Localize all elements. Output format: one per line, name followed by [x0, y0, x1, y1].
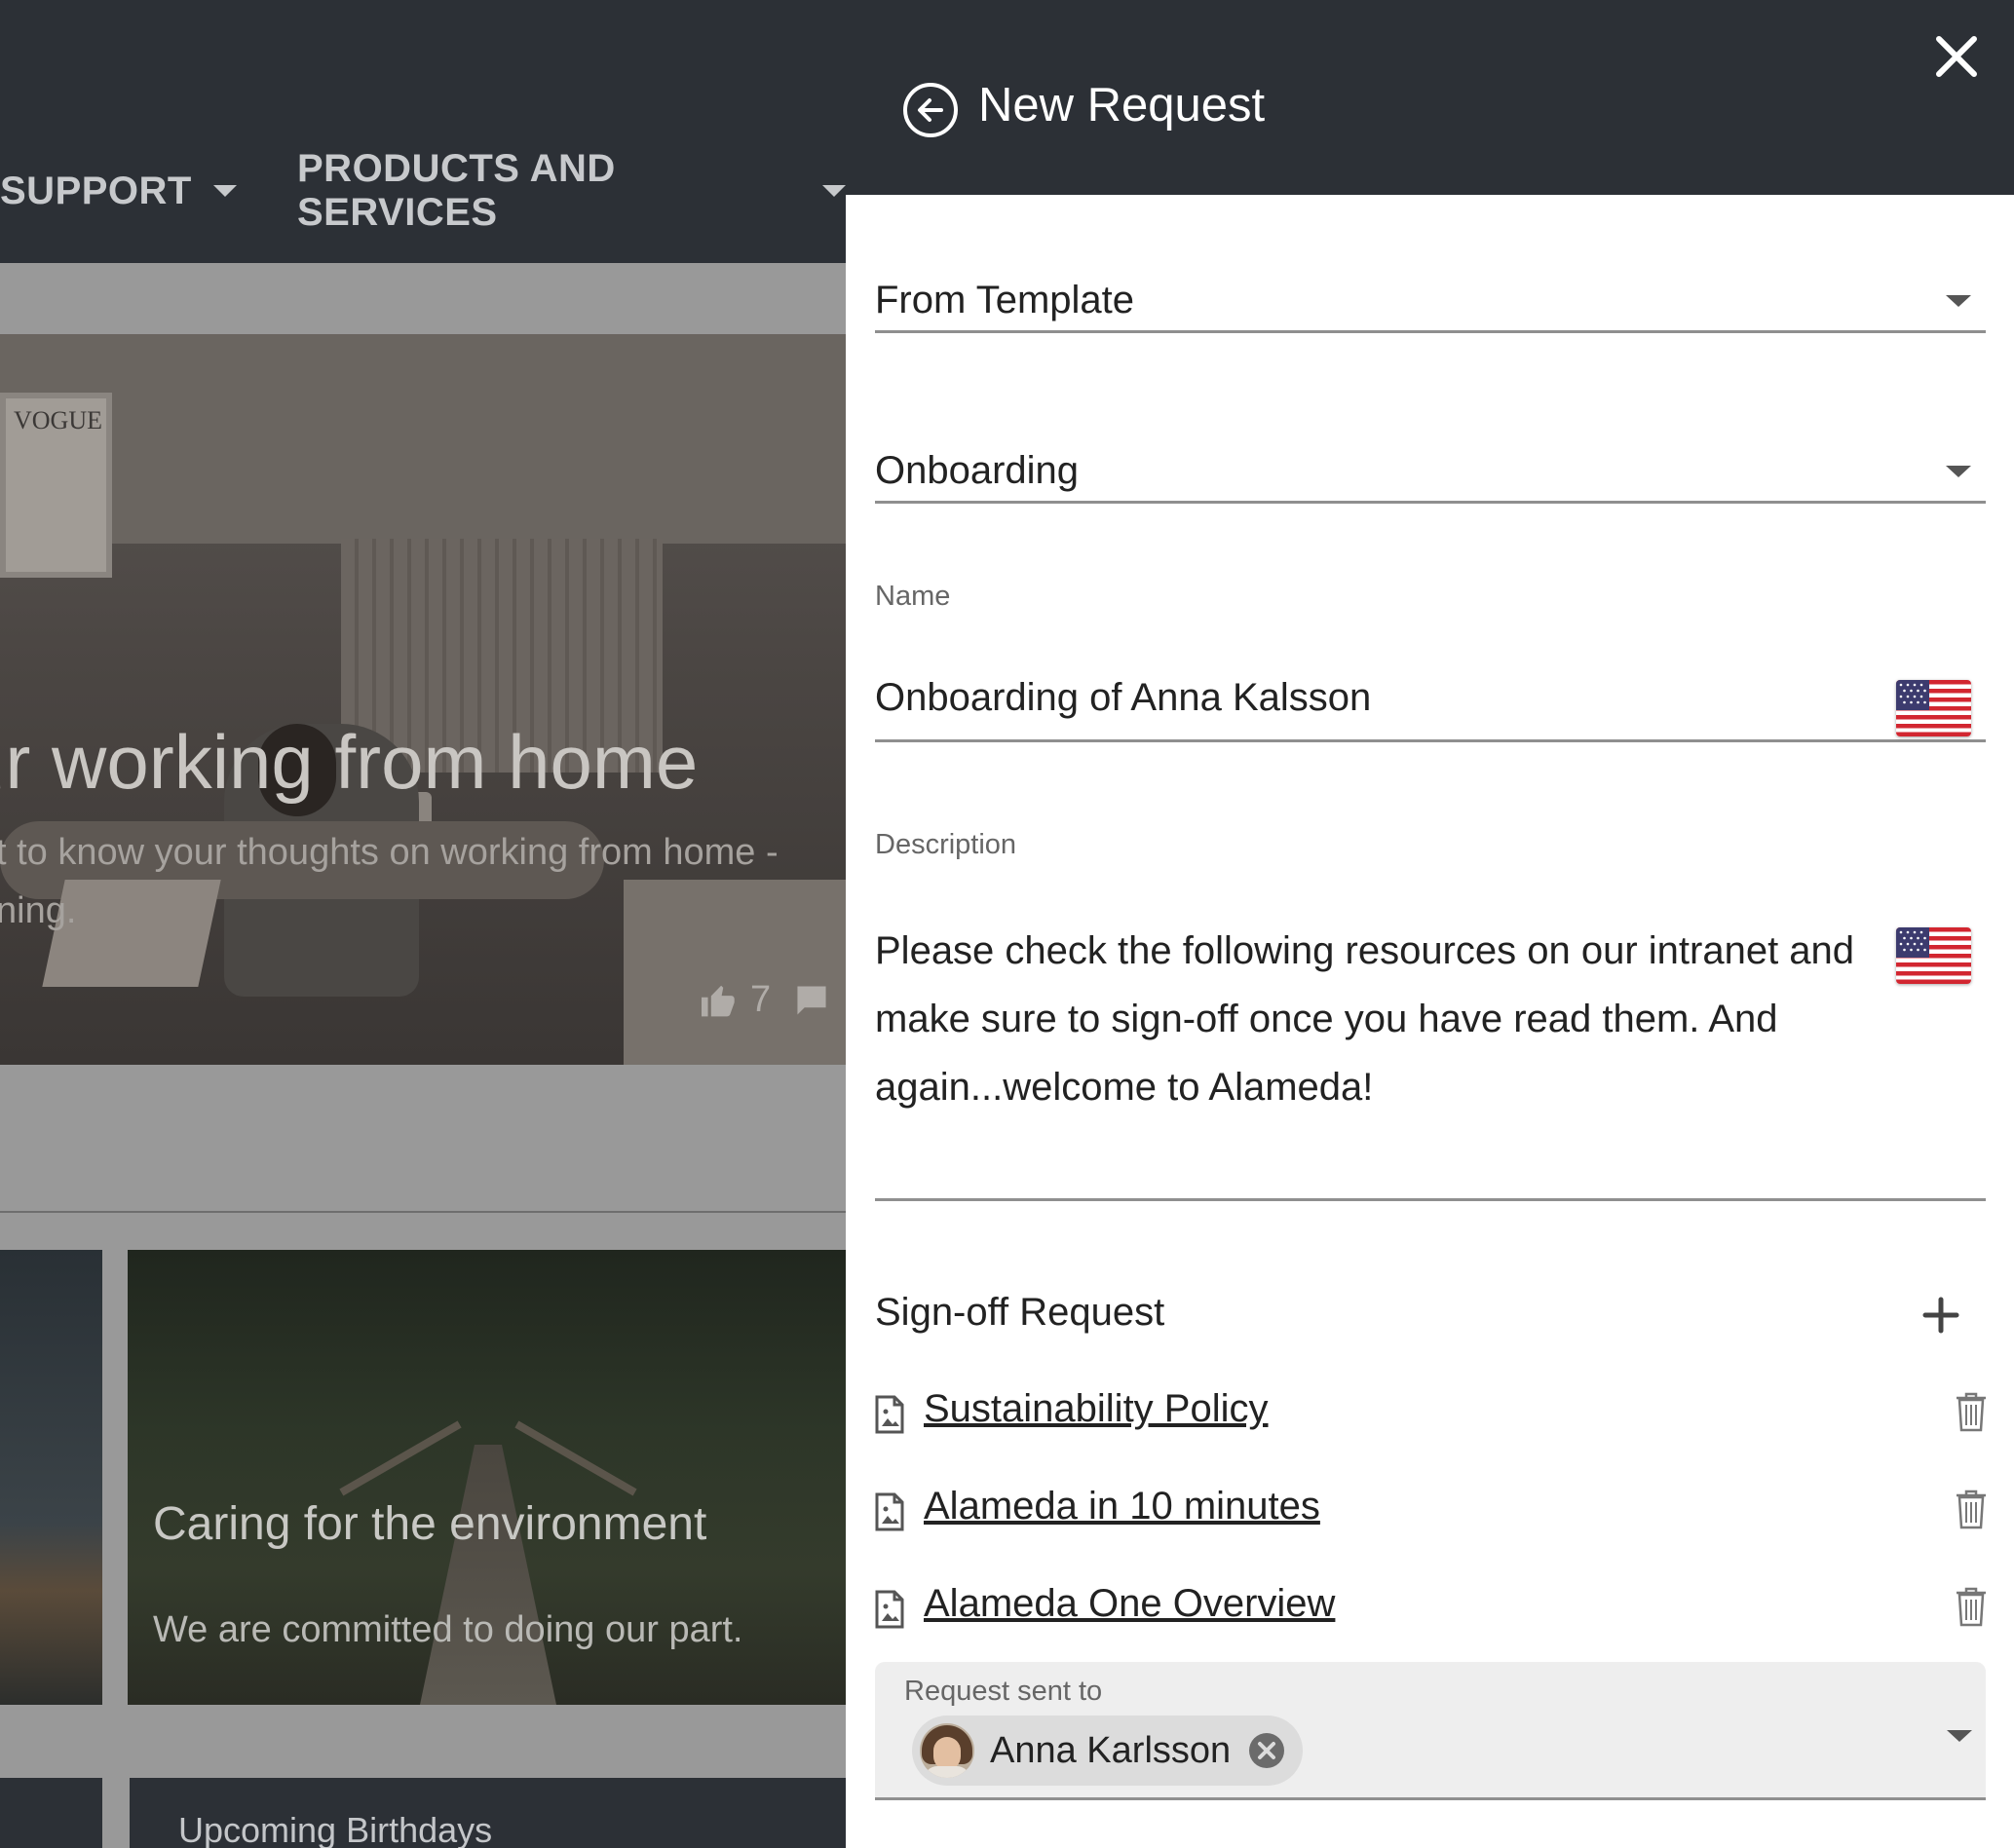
close-icon[interactable]: [1935, 35, 1978, 78]
likes-count: 7: [750, 979, 772, 1020]
nav-item-products-and-services[interactable]: PRODUCTS AND SERVICES: [297, 147, 846, 234]
background-page: SUPPORT PRODUCTS AND SERVICES VOGUE ur w…: [0, 0, 846, 1848]
comment-icon[interactable]: [794, 985, 829, 1016]
select-value: Onboarding: [875, 449, 1080, 492]
poster-text: VOGUE: [14, 406, 102, 434]
back-arrow-icon[interactable]: [902, 82, 959, 138]
description-value[interactable]: Please check the following resources on …: [875, 917, 1869, 1121]
widget-tile: [0, 1778, 102, 1848]
caret-down-icon: [822, 185, 846, 197]
recipient-name: Anna Karlsson: [990, 1729, 1232, 1771]
divider: [0, 1211, 846, 1213]
document-link[interactable]: Alameda in 10 minutes: [924, 1485, 1320, 1528]
panel-title: New Request: [978, 79, 1266, 132]
caret-down-icon[interactable]: [1946, 465, 1971, 477]
signoff-document-row: Alameda in 10 minutes: [875, 1481, 1986, 1539]
tile-subtitle: We are committed to doing our part.: [153, 1609, 743, 1650]
poster-frame: VOGUE: [0, 393, 112, 578]
nav-item-label: SUPPORT: [0, 169, 192, 212]
plus-icon[interactable]: [1921, 1296, 1960, 1335]
avatar: [920, 1723, 974, 1778]
news-tile[interactable]: [0, 1250, 102, 1705]
panel-header: New Request: [846, 0, 2014, 195]
birthdays-title: Upcoming Birthdays: [178, 1810, 493, 1848]
recipient-chip[interactable]: Anna Karlsson: [912, 1716, 1304, 1786]
from-template-select[interactable]: From Template: [875, 271, 1986, 333]
nav-item-label: PRODUCTS AND SERVICES: [297, 147, 616, 234]
document-link[interactable]: Sustainability Policy: [924, 1387, 1269, 1431]
request-sent-to-select[interactable]: Request sent to Anna Karlsson: [875, 1662, 1986, 1800]
document-link[interactable]: Alameda One Overview: [924, 1582, 1335, 1626]
signoff-section-title: Sign-off Request: [875, 1291, 1165, 1334]
document-image-icon: [875, 1395, 904, 1434]
caret-down-icon: [212, 185, 237, 197]
name-field[interactable]: Onboarding of Anna Kalsson: [875, 662, 1986, 742]
request-sent-to-label: Request sent to: [904, 1676, 1103, 1707]
select-value: From Template: [875, 279, 1135, 321]
name-value[interactable]: Onboarding of Anna Kalsson: [875, 676, 1371, 720]
trash-icon[interactable]: [1955, 1489, 1988, 1529]
hero-subtitle: t to know your thoughts on working from …: [0, 832, 779, 931]
hero-title: ur working from home: [0, 719, 699, 805]
top-navigation: SUPPORT PRODUCTS AND SERVICES: [0, 0, 846, 263]
trash-icon[interactable]: [1955, 1391, 1988, 1432]
us-flag-icon[interactable]: [1896, 927, 1971, 984]
signoff-document-row: Alameda One Overview: [875, 1578, 1986, 1637]
trash-icon[interactable]: [1955, 1586, 1988, 1627]
us-flag-icon[interactable]: [1896, 680, 1971, 736]
new-request-panel: New Request From Template Onboarding Nam…: [846, 0, 2014, 1848]
document-image-icon: [875, 1590, 904, 1629]
description-field[interactable]: Please check the following resources on …: [875, 911, 1986, 1201]
caret-down-icon[interactable]: [1947, 1730, 1972, 1742]
document-image-icon: [875, 1492, 904, 1531]
close-circle-icon[interactable]: [1248, 1732, 1285, 1769]
signoff-document-row: Sustainability Policy: [875, 1383, 1986, 1442]
nav-item-support[interactable]: SUPPORT: [0, 164, 237, 218]
hero-reactions: 7: [700, 979, 829, 1021]
thumbs-up-icon[interactable]: [700, 983, 739, 1018]
name-label: Name: [875, 581, 951, 612]
tile-title: Caring for the environment: [153, 1498, 707, 1550]
caret-down-icon[interactable]: [1946, 294, 1971, 307]
description-label: Description: [875, 829, 1017, 860]
hero-image: VOGUE: [0, 334, 846, 1065]
template-select[interactable]: Onboarding: [875, 441, 1986, 504]
